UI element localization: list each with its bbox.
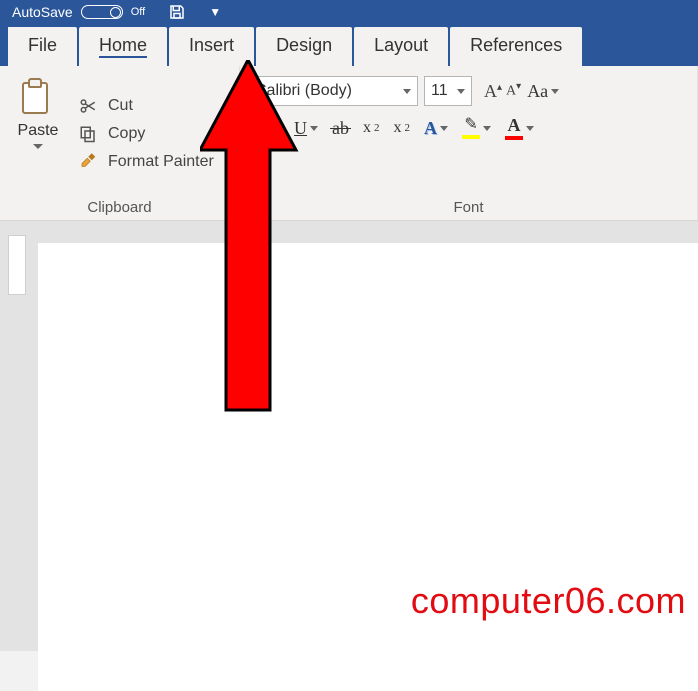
tab-references[interactable]: References <box>450 27 582 66</box>
tab-insert[interactable]: Insert <box>169 27 254 66</box>
font-name-select[interactable]: Calibri (Body) <box>248 76 418 106</box>
change-case-button[interactable]: Aa <box>527 81 559 102</box>
paste-icon <box>20 76 56 116</box>
group-label-clipboard: Clipboard <box>8 195 231 216</box>
tab-design[interactable]: Design <box>256 27 352 66</box>
copy-button[interactable]: Copy <box>76 124 214 144</box>
chevron-down-icon <box>483 126 491 131</box>
save-icon <box>168 3 186 21</box>
autosave-state: Off <box>131 6 145 18</box>
italic-button[interactable]: I <box>274 118 280 139</box>
chevron-down-icon <box>440 126 448 131</box>
autosave-label: AutoSave <box>12 4 73 20</box>
tab-file[interactable]: File <box>8 27 77 66</box>
qat-dropdown-icon[interactable]: ▼ <box>209 5 221 19</box>
copy-icon <box>76 124 100 144</box>
format-painter-button[interactable]: Format Painter <box>76 152 214 172</box>
font-size-value: 11 <box>431 82 448 100</box>
superscript-button[interactable]: x2 <box>394 119 411 137</box>
chevron-down-icon <box>551 89 559 94</box>
chevron-down-icon <box>403 89 411 94</box>
cut-button[interactable]: Cut <box>76 96 214 116</box>
font-color-swatch <box>505 136 523 140</box>
paste-button[interactable]: Paste <box>8 72 68 195</box>
underline-button[interactable]: U <box>294 118 318 139</box>
group-label-font: Font <box>248 195 689 216</box>
subscript-button[interactable]: x2 <box>363 119 380 137</box>
font-name-value: Calibri (Body) <box>255 82 352 100</box>
scissors-icon <box>76 96 100 116</box>
ruler-tab[interactable] <box>8 235 26 295</box>
copy-label: Copy <box>108 125 145 143</box>
text-effects-button[interactable]: A <box>424 119 448 137</box>
font-color-button[interactable]: A <box>505 116 534 140</box>
paste-label: Paste <box>18 122 59 140</box>
tab-home[interactable]: Home <box>79 27 167 66</box>
autosave-knob-icon <box>110 7 121 18</box>
tab-layout[interactable]: Layout <box>354 27 448 66</box>
highlighter-icon: ✎ <box>464 117 477 133</box>
cut-label: Cut <box>108 97 133 115</box>
chevron-down-icon <box>33 144 43 149</box>
group-font: Calibri (Body) 11 A▴ A▾ Aa B I <box>240 66 698 220</box>
paintbrush-icon <box>76 152 100 172</box>
font-size-select[interactable]: 11 <box>424 76 472 106</box>
ribbon: Paste Cut Copy <box>0 66 698 221</box>
chevron-down-icon <box>310 126 318 131</box>
chevron-down-icon <box>526 126 534 131</box>
bold-button[interactable]: B <box>248 118 260 139</box>
save-button[interactable] <box>163 2 191 22</box>
highlight-swatch <box>462 135 480 139</box>
strikethrough-button[interactable]: ab <box>332 118 349 139</box>
title-bar: AutoSave Off ▼ <box>0 0 698 24</box>
document-page[interactable] <box>38 243 698 691</box>
autosave-toggle[interactable]: AutoSave Off <box>12 4 145 20</box>
watermark-text: computer06.com <box>411 580 686 622</box>
format-painter-label: Format Painter <box>108 153 214 171</box>
autosave-switch[interactable] <box>81 5 123 19</box>
grow-font-button[interactable]: A▴ <box>484 81 502 102</box>
chevron-down-icon <box>457 89 465 94</box>
shrink-font-button[interactable]: A▾ <box>506 81 521 102</box>
highlight-button[interactable]: ✎ <box>462 117 491 139</box>
group-clipboard: Paste Cut Copy <box>0 66 240 220</box>
ribbon-tabs: File Home Insert Design Layout Reference… <box>0 24 698 66</box>
